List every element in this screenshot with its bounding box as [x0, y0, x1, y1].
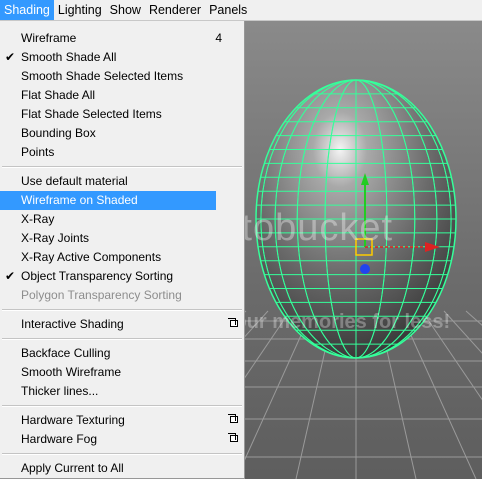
option-box-icon[interactable] [228, 318, 238, 327]
option-box-icon[interactable] [228, 433, 238, 442]
menu-item-label: X-Ray Joints [21, 231, 90, 245]
shortcut-label: 4 [215, 31, 222, 45]
menu-item-label: Use default material [21, 174, 128, 188]
menu-separator [2, 166, 242, 168]
menu-item-label: Bounding Box [21, 126, 96, 140]
menu-item-object-transparency-sorting[interactable]: ✔ Object Transparency Sorting [0, 267, 244, 286]
menu-item-label: Wireframe on Shaded [21, 193, 138, 207]
menu-item-label: Hardware Fog [21, 432, 98, 446]
menu-separator [2, 338, 242, 340]
menu-item-label: Polygon Transparency Sorting [21, 288, 182, 302]
menu-item-label: Smooth Wireframe [21, 365, 122, 379]
menu-item-wireframe[interactable]: Wireframe 4 [0, 29, 244, 48]
menu-item-polygon-transparency-sorting: Polygon Transparency Sorting [0, 286, 244, 305]
menu-item-label: Flat Shade Selected Items [21, 107, 162, 121]
menu-item-thicker-lines[interactable]: Thicker lines... [0, 382, 244, 401]
menu-item-label: Backface Culling [21, 346, 111, 360]
menu-lighting[interactable]: Lighting [54, 0, 106, 20]
checkmark-icon: ✔ [5, 269, 16, 283]
menu-item-label: Apply Current to All [21, 461, 124, 475]
menu-item-apply-current-to-all[interactable]: Apply Current to All [0, 459, 244, 478]
menu-shading[interactable]: Shading [0, 0, 54, 20]
menu-item-label: Points [21, 145, 55, 159]
menu-item-xray[interactable]: X-Ray [0, 210, 244, 229]
menu-item-flat-shade-selected[interactable]: Flat Shade Selected Items [0, 105, 244, 124]
menu-show[interactable]: Show [106, 0, 145, 20]
menu-item-interactive-shading[interactable]: Interactive Shading [0, 315, 244, 334]
option-box-icon[interactable] [228, 414, 238, 423]
menu-item-xray-joints[interactable]: X-Ray Joints [0, 229, 244, 248]
menu-item-flat-shade-all[interactable]: Flat Shade All [0, 86, 244, 105]
menu-item-wireframe-on-shaded[interactable]: Wireframe on Shaded [0, 191, 216, 210]
menu-item-bounding-box[interactable]: Bounding Box [0, 124, 244, 143]
menu-separator [2, 453, 242, 455]
menu-item-hardware-texturing[interactable]: Hardware Texturing [0, 411, 244, 430]
menu-item-hardware-fog[interactable]: Hardware Fog [0, 430, 244, 449]
menu-item-backface-culling[interactable]: Backface Culling [0, 344, 244, 363]
menu-item-use-default-material[interactable]: Use default material [0, 172, 244, 191]
menu-item-smooth-wireframe[interactable]: Smooth Wireframe [0, 363, 244, 382]
shading-dropdown: Wireframe 4 ✔ Smooth Shade All Smooth Sh… [0, 21, 245, 479]
menu-item-label: Object Transparency Sorting [21, 269, 174, 283]
menu-item-label: X-Ray [21, 212, 55, 226]
menu-item-smooth-shade-selected[interactable]: Smooth Shade Selected Items [0, 67, 244, 86]
menu-item-label: Flat Shade All [21, 88, 96, 102]
menu-separator [2, 309, 242, 311]
menu-item-label: Hardware Texturing [21, 413, 125, 427]
menu-renderer[interactable]: Renderer [145, 0, 205, 20]
viewport-menubar: Shading Lighting Show Renderer Panels [0, 0, 482, 21]
menu-item-label: Wireframe [21, 31, 77, 45]
menu-item-label: Smooth Shade Selected Items [21, 69, 184, 83]
menu-item-label: Interactive Shading [21, 317, 124, 331]
menu-item-label: Thicker lines... [21, 384, 99, 398]
menu-separator [2, 405, 242, 407]
menu-panels[interactable]: Panels [205, 0, 251, 20]
checkmark-icon: ✔ [5, 50, 16, 64]
menu-item-xray-active-components[interactable]: X-Ray Active Components [0, 248, 244, 267]
menu-item-label: X-Ray Active Components [21, 250, 162, 264]
egg-wireframe [256, 80, 456, 358]
menu-item-points[interactable]: Points [0, 143, 244, 162]
menu-item-label: Smooth Shade All [21, 50, 117, 64]
menu-item-smooth-shade-all[interactable]: ✔ Smooth Shade All [0, 48, 244, 67]
